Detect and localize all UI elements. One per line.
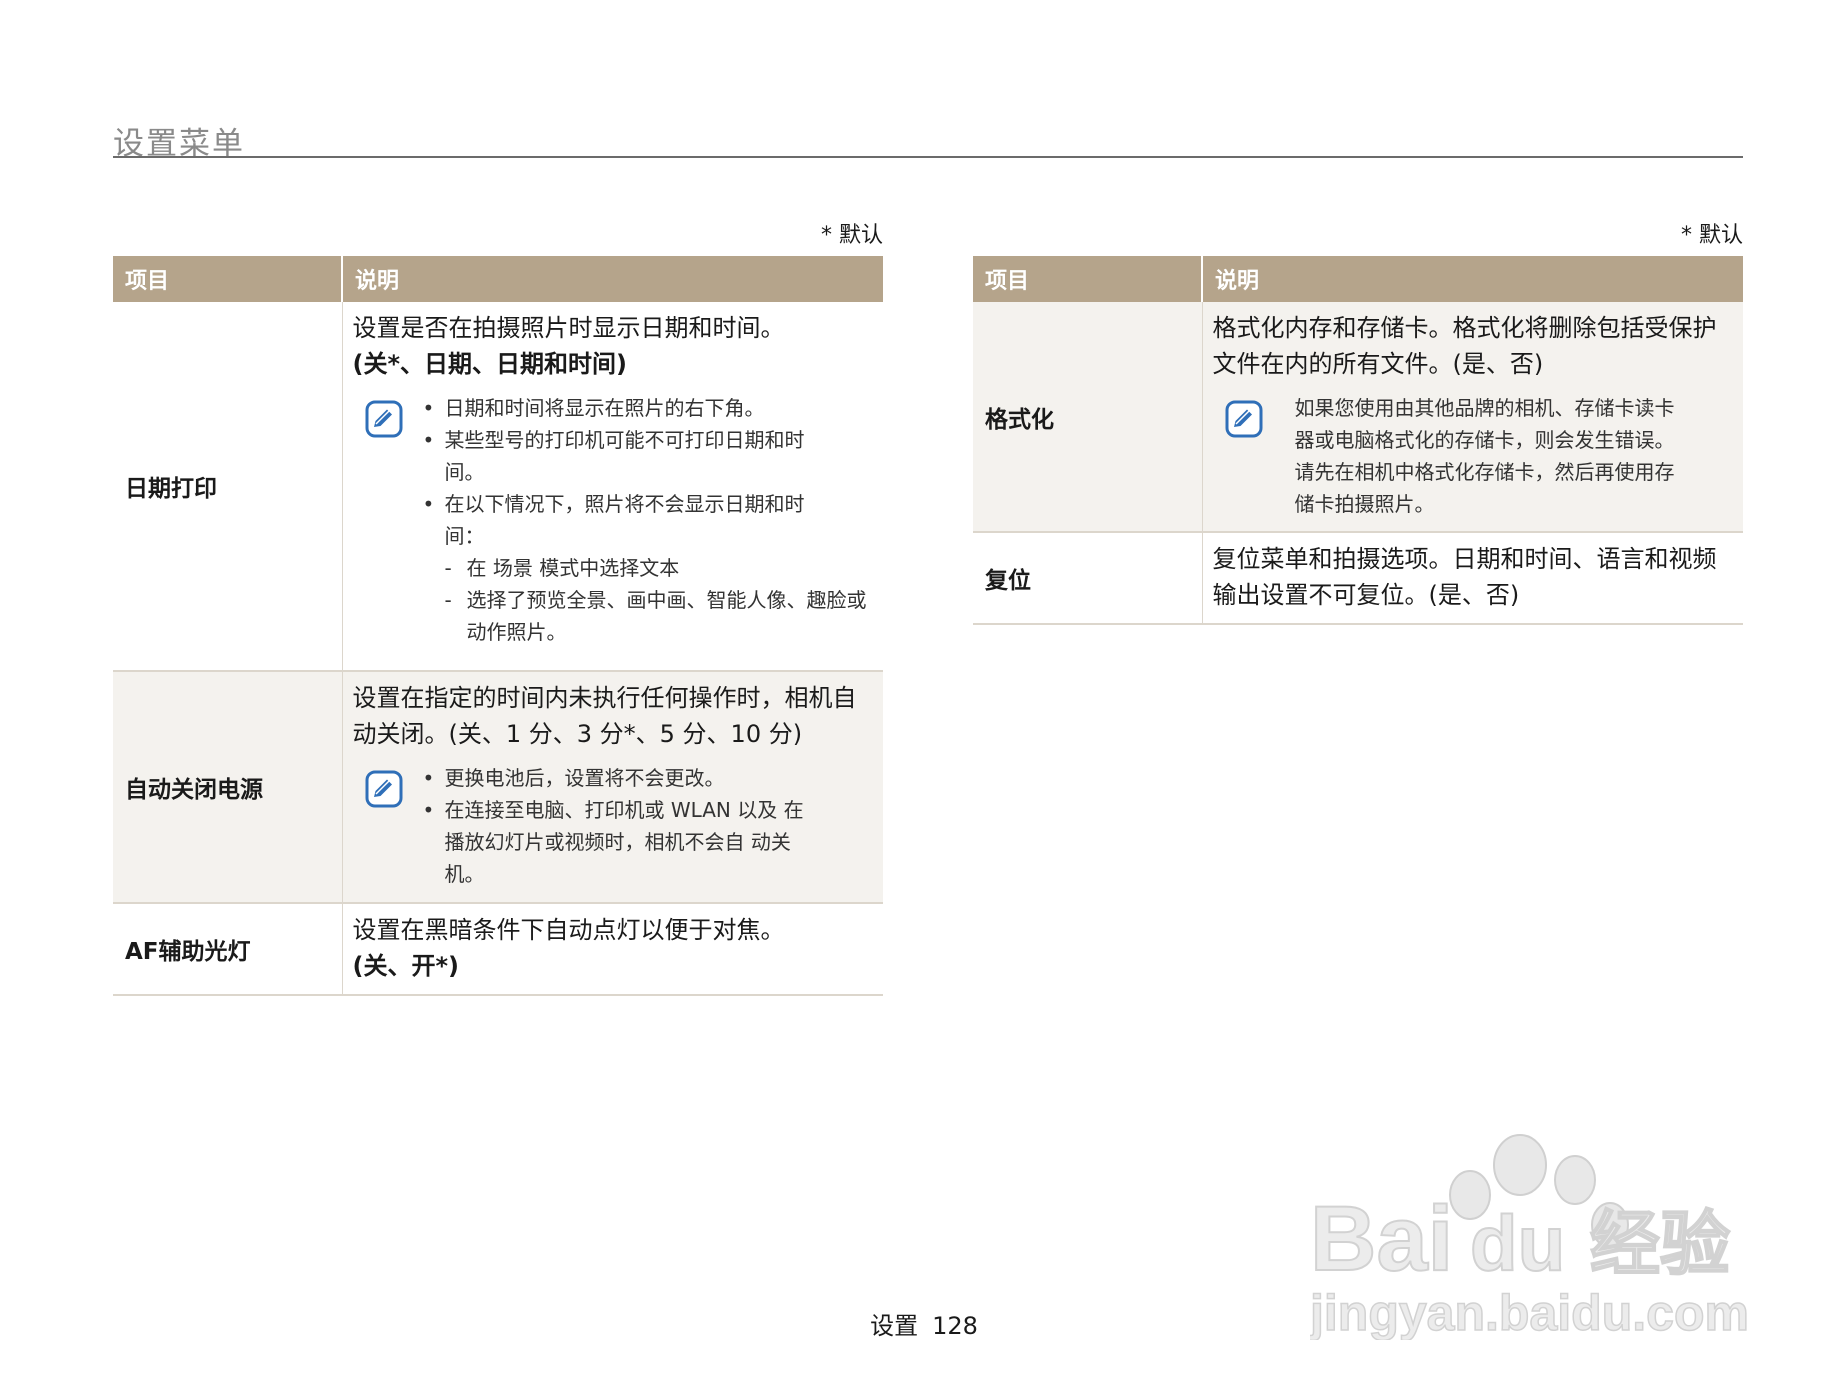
table-row: 复位 复位菜单和拍摄选项。日期和时间、语言和视频输出设置不可复位。(是、否) <box>973 532 1743 625</box>
page-number: 128 <box>932 1312 978 1340</box>
table-row: 自动关闭电源 设置在指定的时间内未执行任何操作时，相机自动关闭。(关、1 分、3… <box>113 671 883 904</box>
row-item-label: AF辅助光灯 <box>113 903 343 996</box>
note-bullet: 在以下情况下，照片将不会显示日期和时间： <box>419 488 874 552</box>
settings-table-right: 项目 说明 格式化 格式化内存和存储卡。格式化将删除包括受保护文件在内的所有文件… <box>973 256 1743 625</box>
note-paragraph: 如果您使用由其他品牌的相机、存储卡读卡器或电脑格式化的存储卡，则会发生错误。请先… <box>1294 396 1675 516</box>
footer-section: 设置 <box>870 1312 919 1340</box>
note-pencil-icon <box>1225 400 1262 438</box>
note-subitem: 选择了预览全景、画中画、智能人像、趣脸或动作照片。 <box>419 584 874 648</box>
right-settings-column: * 默认 项目 说明 格式化 格式化内存和存储卡。格式化将删除包括受保护文件在内… <box>973 220 1743 625</box>
row-item-label: 自动关闭电源 <box>113 671 343 904</box>
header-desc: 说明 <box>1201 256 1743 302</box>
note-box: 日期和时间将显示在照片的右下角。 某些型号的打印机可能不可打印日期和时间。 在以… <box>353 392 874 648</box>
description-text: 设置在指定的时间内未执行任何操作时，相机自动关闭。(关、1 分、3 分*、5 分… <box>352 684 857 748</box>
default-legend: * 默认 <box>1681 223 1743 248</box>
option-list: (关、开*) <box>352 952 460 980</box>
watermark-cn: 经验 <box>1590 1203 1730 1285</box>
note-box: 更换电池后，设置将不会更改。 在连接至电脑、打印机或 WLAN 以及 在播放幻灯… <box>353 762 874 890</box>
description-text: 格式化内存和存储卡。格式化将删除包括受保护文件在内的所有文件。(是、否) <box>1212 314 1717 378</box>
watermark-brand: Bai <box>1310 1188 1453 1290</box>
row-item-label: 格式化 <box>973 302 1203 533</box>
header-item: 项目 <box>973 256 1202 302</box>
note-bullet: 在连接至电脑、打印机或 WLAN 以及 在播放幻灯片或视频时，相机不会自 动关机… <box>419 794 874 890</box>
table-row: 格式化 格式化内存和存储卡。格式化将删除包括受保护文件在内的所有文件。(是、否)… <box>973 302 1743 533</box>
description-text: 设置在黑暗条件下自动点灯以便于对焦。 <box>352 916 785 944</box>
settings-table-left: 项目 说明 日期打印 设置是否在拍摄照片时显示日期和时间。 (关*、日期、日期和… <box>113 256 883 996</box>
page-footer: 设置 128 <box>0 1306 1848 1341</box>
table-row: 日期打印 设置是否在拍摄照片时显示日期和时间。 (关*、日期、日期和时间) 日期… <box>113 302 883 672</box>
row-description: 设置是否在拍摄照片时显示日期和时间。 (关*、日期、日期和时间) 日期和时间将显… <box>342 302 883 672</box>
note-pencil-icon <box>365 400 402 438</box>
description-text: 复位菜单和拍摄选项。日期和时间、语言和视频输出设置不可复位。(是、否) <box>1212 545 1717 609</box>
row-description: 设置在黑暗条件下自动点灯以便于对焦。 (关、开*) <box>342 903 883 996</box>
title-divider <box>113 156 1743 158</box>
watermark-brand2: du <box>1470 1199 1565 1287</box>
default-legend: * 默认 <box>821 223 883 248</box>
note-bullet: 更换电池后，设置将不会更改。 <box>419 762 874 794</box>
note-text: 日期和时间将显示在照片的右下角。 某些型号的打印机可能不可打印日期和时间。 在以… <box>419 392 874 648</box>
note-bullet: 某些型号的打印机可能不可打印日期和时间。 <box>419 424 874 488</box>
row-item-label: 日期打印 <box>113 302 343 672</box>
table-header-row: 项目 说明 <box>113 256 883 302</box>
note-text: 更换电池后，设置将不会更改。 在连接至电脑、打印机或 WLAN 以及 在播放幻灯… <box>419 762 874 890</box>
header-desc: 说明 <box>341 256 883 302</box>
note-bullet: 日期和时间将显示在照片的右下角。 <box>419 392 874 424</box>
note-box: 如果您使用由其他品牌的相机、存储卡读卡器或电脑格式化的存储卡，则会发生错误。请先… <box>1213 392 1734 520</box>
row-description: 格式化内存和存储卡。格式化将删除包括受保护文件在内的所有文件。(是、否) 如果您… <box>1202 302 1743 533</box>
note-text: 如果您使用由其他品牌的相机、存储卡读卡器或电脑格式化的存储卡，则会发生错误。请先… <box>1279 392 1734 520</box>
note-pencil-icon <box>365 770 402 808</box>
row-description: 复位菜单和拍摄选项。日期和时间、语言和视频输出设置不可复位。(是、否) <box>1202 532 1743 625</box>
table-header-row: 项目 说明 <box>973 256 1743 302</box>
header-item: 项目 <box>113 256 342 302</box>
table-row: AF辅助光灯 设置在黑暗条件下自动点灯以便于对焦。 (关、开*) <box>113 903 883 996</box>
row-item-label: 复位 <box>973 532 1203 625</box>
row-description: 设置在指定的时间内未执行任何操作时，相机自动关闭。(关、1 分、3 分*、5 分… <box>342 671 883 904</box>
note-subitem: 在 场景 模式中选择文本 <box>419 552 874 584</box>
left-settings-column: * 默认 项目 说明 日期打印 设置是否在拍摄照片时显示日期和时间。 (关*、日… <box>113 220 883 996</box>
description-text: 设置是否在拍摄照片时显示日期和时间。 <box>352 314 785 342</box>
option-list: (关*、日期、日期和时间) <box>352 350 628 378</box>
